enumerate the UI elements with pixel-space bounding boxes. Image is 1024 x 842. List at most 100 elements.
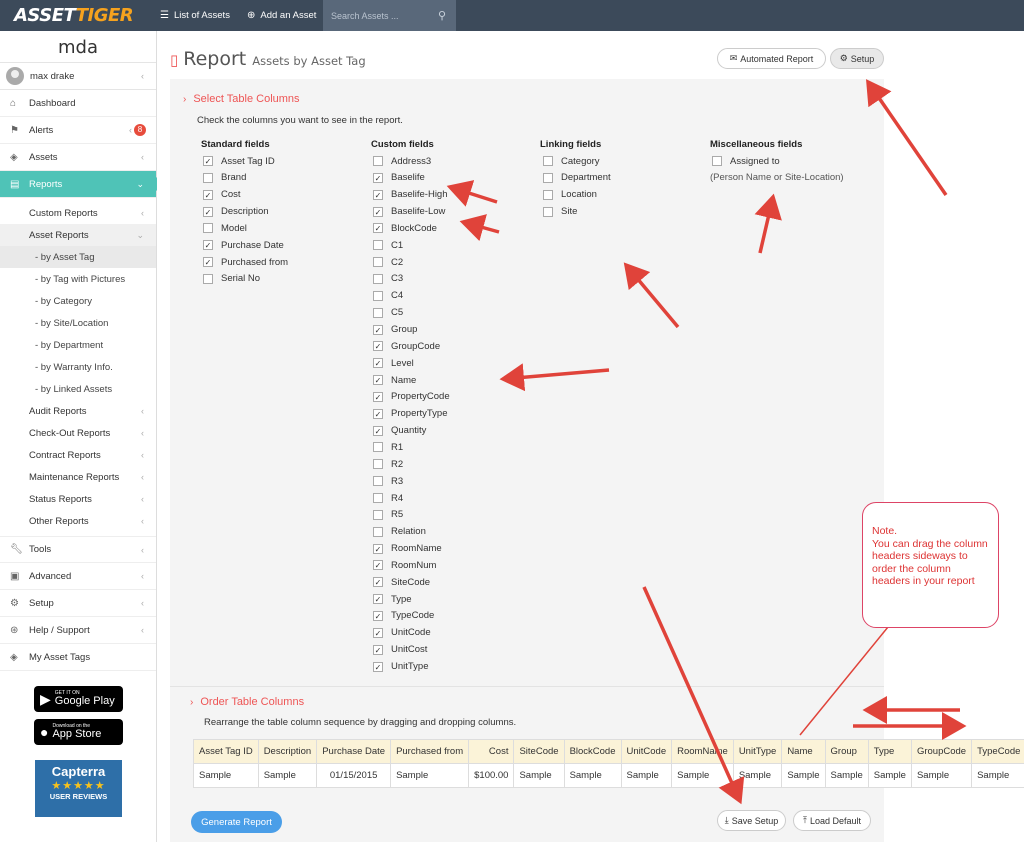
user-menu[interactable]: max drake ‹ (0, 62, 156, 90)
checkbox-empty-icon[interactable] (543, 206, 553, 217)
column-header[interactable]: Description (257, 739, 318, 764)
checkbox-empty-icon[interactable] (203, 223, 213, 234)
checkbox-empty-icon[interactable] (373, 307, 383, 318)
checkbox-empty-icon[interactable] (543, 172, 553, 183)
sidebar-report-by-asset-tag[interactable]: - by Asset Tag (0, 246, 156, 268)
column-header[interactable]: Purchase Date (316, 739, 392, 764)
checkmark-icon[interactable]: ✓ (373, 560, 383, 571)
column-header[interactable]: Asset Tag ID (193, 739, 259, 764)
column-header[interactable]: RoomName (671, 739, 734, 764)
checkbox-empty-icon[interactable] (373, 493, 383, 503)
sidebar-report-by-site-location[interactable]: - by Site/Location (0, 312, 156, 334)
checkmark-icon[interactable]: ✓ (373, 543, 383, 554)
standard-field-checkbox[interactable]: ✓ Purchased from (203, 254, 288, 270)
custom-field-checkbox[interactable]: ✓ Type (373, 591, 412, 607)
checkbox-empty-icon[interactable] (373, 476, 383, 487)
list-assets-link[interactable]: ☰ List of Assets (160, 0, 230, 31)
checkmark-icon[interactable]: ✓ (203, 240, 213, 251)
checkmark-icon[interactable]: ✓ (373, 594, 383, 605)
custom-field-checkbox[interactable]: ✓ UnitType (373, 659, 429, 675)
custom-field-checkbox[interactable]: ✓ UnitCost (373, 642, 427, 658)
checkmark-icon[interactable]: ✓ (373, 391, 383, 402)
custom-field-checkbox[interactable]: Relation (373, 524, 426, 540)
checkbox-empty-icon[interactable] (203, 172, 213, 183)
capterra-badge[interactable]: Capterra ★★★★★ USER REVIEWS (35, 760, 122, 817)
standard-field-checkbox[interactable]: ✓ Cost (203, 187, 241, 203)
custom-field-checkbox[interactable]: ✓ RoomName (373, 541, 442, 557)
custom-field-checkbox[interactable]: C1 (373, 237, 403, 253)
custom-field-checkbox[interactable]: ✓ PropertyType (373, 406, 448, 422)
column-header[interactable]: UnitType (732, 739, 783, 764)
checkmark-icon[interactable]: ✓ (373, 172, 383, 183)
sidebar-report-by-category[interactable]: - by Category (0, 290, 156, 312)
checkmark-icon[interactable]: ✓ (373, 661, 383, 672)
sidebar-report-by-department[interactable]: - by Department (0, 334, 156, 356)
custom-field-checkbox[interactable]: ✓ Baselife (373, 170, 425, 186)
custom-field-checkbox[interactable]: Address3 (373, 153, 431, 169)
standard-field-checkbox[interactable]: ✓ Purchase Date (203, 237, 284, 253)
checkmark-icon[interactable]: ✓ (203, 189, 213, 200)
checkmark-icon[interactable]: ✓ (203, 206, 213, 217)
checkmark-icon[interactable]: ✓ (373, 206, 383, 217)
standard-field-checkbox[interactable]: Serial No (203, 271, 260, 287)
checkmark-icon[interactable]: ✓ (203, 257, 213, 268)
sidebar-sub-contract-reports[interactable]: Contract Reports ‹ (0, 444, 156, 466)
column-header[interactable]: UnitCode (620, 739, 673, 764)
custom-field-checkbox[interactable]: R5 (373, 507, 403, 523)
sidebar-item-asset-tags[interactable]: ◈ My Asset Tags (0, 644, 156, 671)
standard-field-checkbox[interactable]: Model (203, 220, 247, 236)
column-header[interactable]: BlockCode (563, 739, 622, 764)
standard-field-checkbox[interactable]: Brand (203, 170, 246, 186)
search-input[interactable]: Search Assets ... ⚲ (323, 0, 456, 31)
sidebar-item-alerts[interactable]: ⚑ Alerts ‹ 8 (0, 117, 156, 144)
misc-field-checkbox[interactable]: Assigned to (712, 153, 780, 169)
checkmark-icon[interactable]: ✓ (373, 577, 383, 588)
checkbox-empty-icon[interactable] (373, 459, 383, 470)
custom-field-checkbox[interactable]: R1 (373, 439, 403, 455)
checkmark-icon[interactable]: ✓ (373, 189, 383, 200)
sidebar-sub-audit-reports[interactable]: Audit Reports ‹ (0, 400, 156, 422)
standard-field-checkbox[interactable]: ✓ Asset Tag ID (203, 153, 275, 169)
checkbox-empty-icon[interactable] (373, 257, 383, 268)
column-header[interactable]: Group (824, 739, 869, 764)
custom-field-checkbox[interactable]: ✓ Group (373, 322, 417, 338)
sidebar-item-dashboard[interactable]: ⌂ Dashboard (0, 90, 156, 117)
custom-field-checkbox[interactable]: ✓ Level (373, 355, 414, 371)
app-logo[interactable]: ASSETTIGER (14, 5, 134, 26)
custom-field-checkbox[interactable]: C3 (373, 271, 403, 287)
custom-field-checkbox[interactable]: C4 (373, 288, 403, 304)
google-play-badge[interactable]: ▶ GET IT ON Google Play (34, 686, 123, 712)
column-header[interactable]: TypeCode (971, 739, 1024, 764)
custom-field-checkbox[interactable]: C5 (373, 305, 403, 321)
column-header[interactable]: SiteCode (513, 739, 565, 764)
linking-field-checkbox[interactable]: Department (543, 170, 611, 186)
custom-field-checkbox[interactable]: ✓ UnitCode (373, 625, 431, 641)
checkbox-empty-icon[interactable] (373, 526, 383, 537)
checkmark-icon[interactable]: ✓ (373, 610, 383, 621)
custom-field-checkbox[interactable]: ✓ TypeCode (373, 608, 434, 624)
checkbox-empty-icon[interactable] (543, 189, 553, 200)
search-icon[interactable]: ⚲ (438, 9, 446, 22)
checkmark-icon[interactable]: ✓ (373, 358, 383, 369)
sidebar-sub-asset-reports[interactable]: Asset Reports ⌄ (0, 224, 156, 246)
custom-field-checkbox[interactable]: ✓ BlockCode (373, 220, 437, 236)
custom-field-checkbox[interactable]: R3 (373, 473, 403, 489)
checkbox-empty-icon[interactable] (373, 509, 383, 520)
custom-field-checkbox[interactable]: ✓ Baselife-Low (373, 204, 445, 220)
linking-field-checkbox[interactable]: Site (543, 204, 577, 220)
checkbox-empty-icon[interactable] (203, 273, 213, 284)
custom-field-checkbox[interactable]: ✓ Quantity (373, 423, 426, 439)
save-setup-button[interactable]: ⤓ Save Setup (717, 810, 786, 831)
sidebar-sub-other-reports[interactable]: Other Reports ‹ (0, 510, 156, 532)
sidebar-sub-custom-reports[interactable]: Custom Reports ‹ (0, 202, 156, 224)
checkmark-icon[interactable]: ✓ (373, 425, 383, 436)
custom-field-checkbox[interactable]: R4 (373, 490, 403, 506)
app-store-badge[interactable]: ● Download on the App Store (34, 719, 123, 745)
sidebar-item-reports[interactable]: ▤ Reports ⌄ (0, 171, 164, 198)
sidebar-item-advanced[interactable]: ▣ Advanced ‹ (0, 563, 156, 590)
load-default-button[interactable]: ⤒ Load Default (793, 810, 871, 831)
checkmark-icon[interactable]: ✓ (373, 324, 383, 335)
sidebar-item-assets[interactable]: ◈ Assets ‹ (0, 144, 156, 171)
sidebar-report-by-warranty[interactable]: - by Warranty Info. (0, 356, 156, 378)
checkbox-empty-icon[interactable] (712, 156, 722, 166)
